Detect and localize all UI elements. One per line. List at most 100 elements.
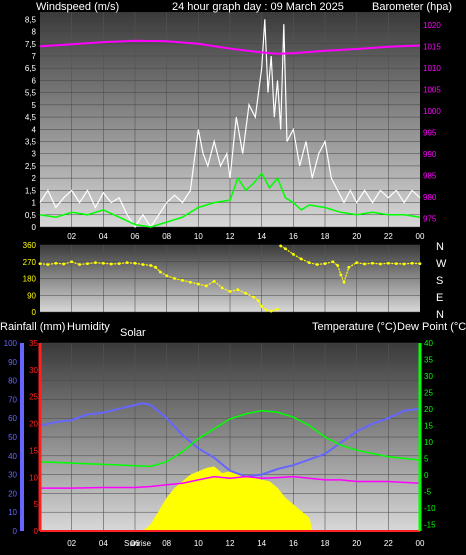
- top-x-tick-label: 00: [416, 232, 425, 241]
- direction-segment: [55, 262, 64, 265]
- bottom-x-tick-label: 20: [352, 539, 361, 548]
- compass-south: S: [436, 275, 443, 287]
- barometer-tick-label: 995: [423, 128, 437, 137]
- direction-segment: [372, 262, 381, 265]
- humidity-tick-label: 30: [8, 471, 17, 480]
- humidity-tick-label: 100: [4, 339, 18, 348]
- wind-tick-label: 6,5: [25, 64, 37, 73]
- temperature-tick-label: 20: [424, 405, 433, 414]
- temperature-tick-label: 0: [424, 471, 429, 480]
- bottom-x-tick-label: 08: [162, 539, 171, 548]
- barometer-tick-label: 1010: [423, 64, 441, 73]
- humidity-tick-label: 80: [8, 377, 17, 386]
- top-x-tick-label: 10: [194, 232, 203, 241]
- humidity-axis-title: Humidity: [67, 321, 110, 333]
- barometer-tick-label: 990: [423, 150, 437, 159]
- wind-tick-label: 2: [32, 174, 37, 183]
- wind-tick-label: 7,5: [25, 40, 37, 49]
- humidity-tick-label: 20: [8, 489, 17, 498]
- direction-segment: [95, 262, 104, 264]
- wind-tick-label: 5: [32, 101, 37, 110]
- solar-label: Solar: [120, 327, 146, 339]
- top-x-tick-label: 02: [67, 232, 76, 241]
- humidity-tick-label: 10: [8, 508, 17, 517]
- wind-tick-label: 7: [32, 52, 37, 61]
- temperature-tick-label: 10: [424, 438, 433, 447]
- direction-tick-label: 270: [23, 258, 37, 267]
- top-x-tick-label: 14: [257, 232, 266, 241]
- wind-tick-label: 0,5: [25, 211, 37, 220]
- compass-north-bottom: N: [436, 309, 444, 321]
- temperature-tick-label: -10: [424, 504, 436, 513]
- rainfall-tick-label: 15: [29, 446, 38, 455]
- dewpoint-axis-title: Dew Point (°C): [397, 321, 466, 333]
- barometer-tick-label: 1015: [423, 42, 441, 51]
- humidity-tick-label: 70: [8, 395, 17, 404]
- temperature-tick-label: -5: [424, 487, 432, 496]
- bottom-x-tick-label: 22: [384, 539, 393, 548]
- temperature-tick-label: -15: [424, 520, 436, 529]
- bottom-x-tick-label: 00: [416, 539, 425, 548]
- rainfall-tick-label: 35: [29, 339, 38, 348]
- wind-tick-label: 4: [32, 125, 37, 134]
- wind-tick-label: 0: [32, 223, 37, 232]
- direction-segment: [103, 262, 112, 265]
- barometer-tick-label: 985: [423, 171, 437, 180]
- bottom-x-tick-label: 14: [257, 539, 266, 548]
- sunrise-label: Sunrise: [124, 539, 152, 548]
- wind-tick-label: 8,5: [25, 15, 37, 24]
- weather-graph: 0 0,5 1 1,5 2 2,5 3 3,5 4 4,5 5 5,5 6 6,5 7 7,5 8 8,5 975 9…: [0, 0, 466, 555]
- compass-west: W: [436, 258, 447, 270]
- wind-tick-label: 8: [32, 28, 37, 37]
- humidity-tick-label: 0: [13, 527, 18, 536]
- rainfall-tick-label: 0: [34, 527, 39, 536]
- humidity-tick-label: 90: [8, 358, 17, 367]
- direction-segment: [380, 262, 389, 265]
- wind-tick-label: 5,5: [25, 89, 37, 98]
- barometer-tick-label: 1005: [423, 85, 441, 94]
- top-x-tick-label: 22: [384, 232, 393, 241]
- wind-tick-label: 2,5: [25, 162, 37, 171]
- wind-tick-label: 3,5: [25, 137, 37, 146]
- rainfall-tick-label: 5: [34, 500, 39, 509]
- rainfall-axis-title: Rainfall (mm): [0, 321, 65, 333]
- humidity-tick-label: 60: [8, 414, 17, 423]
- humidity-tick-label: 50: [8, 433, 17, 442]
- bottom-x-tick-label: 02: [67, 539, 76, 548]
- rainfall-tick-label: 10: [29, 473, 38, 482]
- direction-tick-label: 0: [32, 308, 37, 317]
- barometer-tick-label: 975: [423, 214, 437, 223]
- top-x-tick-label: 06: [131, 232, 140, 241]
- bottom-x-tick-label: 04: [99, 539, 108, 548]
- rainfall-tick-label: 20: [29, 420, 38, 429]
- top-x-tick-label: 16: [289, 232, 298, 241]
- temperature-axis-title: Temperature (°C): [312, 321, 396, 333]
- bottom-x-tick-label: 18: [321, 539, 330, 548]
- weather-chart-canvas: 0 0,5 1 1,5 2 2,5 3 3,5 4 4,5 5 5,5 6 6,5 7 7,5 8 8,5 975 9…: [0, 1, 466, 548]
- direction-segment: [127, 262, 136, 264]
- rainfall-tick-label: 25: [29, 393, 38, 402]
- wind-tick-label: 1: [32, 199, 37, 208]
- direction-tick-label: 90: [27, 291, 36, 300]
- humidity-tick-label: 40: [8, 452, 17, 461]
- temperature-tick-label: 30: [424, 372, 433, 381]
- temperature-tick-label: 5: [424, 454, 429, 463]
- barometer-axis-title: Barometer (hpa): [372, 1, 452, 13]
- temperature-tick-label: 25: [424, 388, 433, 397]
- temperature-tick-label: 15: [424, 421, 433, 430]
- barometer-tick-label: 1000: [423, 107, 441, 116]
- direction-segment: [404, 262, 413, 265]
- compass-east: E: [436, 292, 443, 304]
- wind-tick-label: 4,5: [25, 113, 37, 122]
- bottom-x-tick-label: 12: [226, 539, 235, 548]
- wind-tick-label: 3: [32, 150, 37, 159]
- top-x-tick-label: 18: [321, 232, 330, 241]
- direction-segment: [364, 262, 373, 265]
- top-x-tick-label: 12: [226, 232, 235, 241]
- top-x-tick-label: 20: [352, 232, 361, 241]
- top-x-tick-label: 04: [99, 232, 108, 241]
- barometer-tick-label: 980: [423, 193, 437, 202]
- windspeed-axis-title: Windspeed (m/s): [36, 1, 119, 13]
- wind-tick-label: 1,5: [25, 186, 37, 195]
- barometer-tick-label: 1020: [423, 21, 441, 30]
